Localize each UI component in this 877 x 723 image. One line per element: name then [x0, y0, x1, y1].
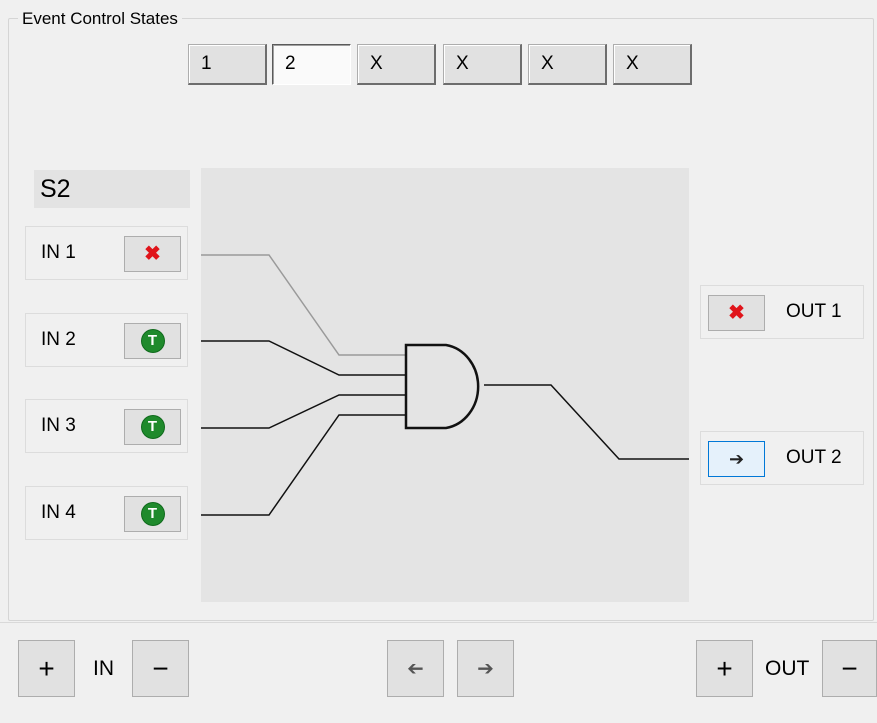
and-gate-diagram	[201, 254, 689, 516]
arrow-left-icon: ➔	[407, 658, 424, 680]
state-button-1[interactable]: 1	[188, 44, 267, 85]
x-icon: ✖	[144, 243, 161, 265]
wire-out-2	[484, 384, 689, 460]
trigger-icon: T	[141, 330, 164, 352]
input-row-4: IN 4 T	[25, 486, 188, 540]
in-label: IN	[93, 657, 114, 680]
input-row-2: IN 2 T	[25, 313, 188, 367]
group-title: Event Control States	[18, 9, 182, 29]
and-gate-shape	[404, 343, 480, 430]
add-input-button[interactable]: +	[18, 640, 75, 697]
input-2-state-button[interactable]: T	[124, 323, 181, 359]
output-2-state-button[interactable]: ➔	[708, 441, 765, 477]
input-row-3: IN 3 T	[25, 399, 188, 453]
trigger-icon: T	[141, 503, 164, 525]
wire-in-4	[201, 414, 406, 516]
input-label-4: IN 4	[41, 502, 76, 523]
state-name-label: S2	[34, 170, 190, 208]
state-button-4[interactable]: X	[443, 44, 522, 85]
state-button-2[interactable]: 2	[272, 44, 351, 85]
output-label-2: OUT 2	[786, 447, 842, 468]
wire-in-2	[201, 340, 406, 376]
remove-input-button[interactable]: −	[132, 640, 189, 697]
state-button-3[interactable]: X	[357, 44, 436, 85]
arrow-right-icon: ➔	[477, 658, 494, 680]
input-3-state-button[interactable]: T	[124, 409, 181, 445]
wire-in-3	[201, 394, 406, 429]
logic-diagram-canvas	[201, 168, 689, 602]
out-label: OUT	[765, 657, 810, 680]
trigger-icon: T	[141, 416, 164, 438]
input-label-2: IN 2	[41, 329, 76, 350]
state-button-6[interactable]: X	[613, 44, 692, 85]
wire-in-1	[201, 254, 406, 356]
output-row-2: ➔ OUT 2	[700, 431, 864, 485]
remove-output-button[interactable]: −	[822, 640, 877, 697]
output-row-1: ✖ OUT 1	[700, 285, 864, 339]
x-icon: ✖	[728, 302, 745, 324]
add-output-button[interactable]: +	[696, 640, 753, 697]
input-label-1: IN 1	[41, 242, 76, 263]
input-1-state-button[interactable]: ✖	[124, 236, 181, 272]
input-4-state-button[interactable]: T	[124, 496, 181, 532]
output-label-1: OUT 1	[786, 301, 842, 322]
output-1-state-button[interactable]: ✖	[708, 295, 765, 331]
previous-state-button[interactable]: ➔	[387, 640, 444, 697]
footer-divider	[0, 622, 877, 623]
arrow-right-icon: ➔	[728, 449, 745, 469]
next-state-button[interactable]: ➔	[457, 640, 514, 697]
state-button-5[interactable]: X	[528, 44, 607, 85]
input-label-3: IN 3	[41, 415, 76, 436]
input-row-1: IN 1 ✖	[25, 226, 188, 280]
